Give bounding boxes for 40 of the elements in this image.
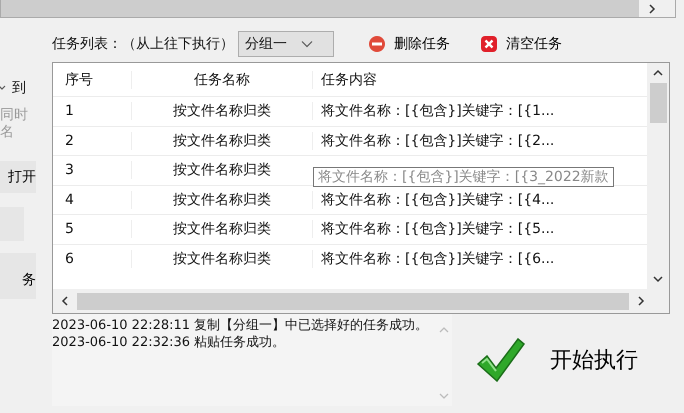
table-cell: 按文件名称归类 (131, 161, 312, 180)
table-cell-text: 1 (64, 103, 75, 120)
horizontal-scrollbar[interactable] (0, 0, 676, 18)
tooltip: 将文件名称：[{包含}]关键字：[{3_2022新款 (313, 167, 614, 188)
task-list-label: 任务列表：（从上往下执行） (52, 35, 234, 53)
task-button[interactable]: 务 (0, 253, 36, 299)
table-cell: 将文件名称：[{包含}]关键字：[{2... (321, 132, 554, 149)
x-square-icon (480, 35, 498, 53)
delete-task-button[interactable]: 删除任务 (368, 35, 450, 53)
table-cell: 按文件名称归类 (131, 132, 312, 150)
table-cell: 按文件名称归类 (131, 220, 312, 238)
vertical-scrollbar[interactable] (647, 63, 669, 289)
table-cell: 按文件名称归类 (131, 250, 312, 268)
scrollbar-thumb[interactable] (650, 83, 666, 123)
table-cell: 将文件名称：[{包含}]关键字：[{4... (321, 192, 554, 208)
column-header[interactable]: 序号 (53, 70, 131, 88)
scrollbar-thumb[interactable] (77, 292, 629, 310)
clear-tasks-button[interactable]: 清空任务 (480, 35, 562, 53)
table-cell-text: 3 (64, 162, 75, 178)
log-line: 2023-06-10 22:28:11 复制【分组一】中已选择好的任务成功。 (52, 317, 430, 334)
to-label: 到 (12, 79, 26, 97)
start-button[interactable]: 开始执行 (452, 314, 682, 406)
option-label: 同时 (0, 107, 28, 124)
minus-circle-icon (368, 35, 386, 53)
group-select[interactable]: 分组一 (238, 31, 334, 57)
table-cell-text: 2 (64, 132, 75, 149)
table-cell: 按文件名称归类 (131, 190, 312, 209)
table-cell: 将文件名称：[{包含}]关键字：[{6... (321, 250, 554, 267)
table-cell-text: 6 (64, 250, 75, 267)
option-label: 名 (0, 124, 14, 141)
table-cell: 将文件名称：[{包含}]关键字：[{1... (321, 103, 554, 120)
checkmark-icon (476, 337, 526, 383)
open-button[interactable]: 打开 (0, 161, 36, 193)
table-cell: 按文件名称归类 (131, 102, 312, 120)
table-cell: 将文件名称：[{包含}]关键字：[{5... (321, 221, 554, 238)
table-cell-text: 4 (64, 192, 75, 208)
table-cell-text: 5 (64, 221, 75, 238)
horizontal-scrollbar[interactable] (53, 289, 669, 313)
log-line: 2023-06-10 22:32:36 粘贴任务成功。 (52, 334, 286, 351)
column-header[interactable]: 任务名称 (131, 70, 312, 88)
